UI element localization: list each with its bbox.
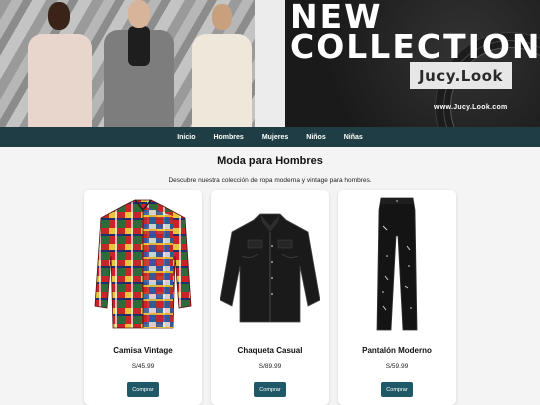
hero-banner: NEW COLLECTION Jucy.Look www.Jucy.Look.c… (0, 0, 540, 127)
page-subtitle: Descubre nuestra colección de ropa moder… (168, 177, 372, 184)
banner-title-line2: COLLECTION (290, 27, 540, 66)
model-figure (186, 0, 258, 127)
website-url: www.Jucy.Look.com (434, 104, 508, 111)
plaid-shirt-image[interactable] (93, 196, 193, 336)
product-card: Camisa Vintage S/45.99 Comprar (84, 190, 202, 405)
nav-item-ninas[interactable]: Niñas (335, 134, 372, 141)
product-price: S/59.99 (385, 363, 409, 370)
model-figure (98, 0, 180, 127)
product-name: Camisa Vintage (113, 346, 173, 355)
buy-button[interactable]: Comprar (381, 382, 413, 397)
page-title: Moda para Hombres (217, 155, 323, 167)
product-card: Pantalón Moderno S/59.99 Comprar (338, 190, 456, 405)
product-name: Chaqueta Casual (237, 346, 303, 355)
buy-button[interactable]: Comprar (127, 382, 159, 397)
product-card: Chaqueta Casual S/89.99 Comprar (211, 190, 329, 405)
product-price: S/89.99 (258, 363, 282, 370)
product-price: S/45.99 (131, 363, 155, 370)
nav-item-hombres[interactable]: Hombres (204, 134, 252, 141)
main-nav: Inicio Hombres Mujeres Niños Niñas (0, 127, 540, 147)
leather-jacket-image[interactable] (220, 196, 320, 336)
buy-button[interactable]: Comprar (254, 382, 286, 397)
product-name: Pantalón Moderno (362, 346, 432, 355)
black-jeans-image[interactable] (347, 196, 447, 336)
model-figure (20, 0, 100, 127)
nav-item-mujeres[interactable]: Mujeres (253, 134, 297, 141)
brand-logo: Jucy.Look (410, 62, 512, 89)
nav-item-inicio[interactable]: Inicio (168, 134, 204, 141)
nav-item-ninos[interactable]: Niños (297, 134, 334, 141)
